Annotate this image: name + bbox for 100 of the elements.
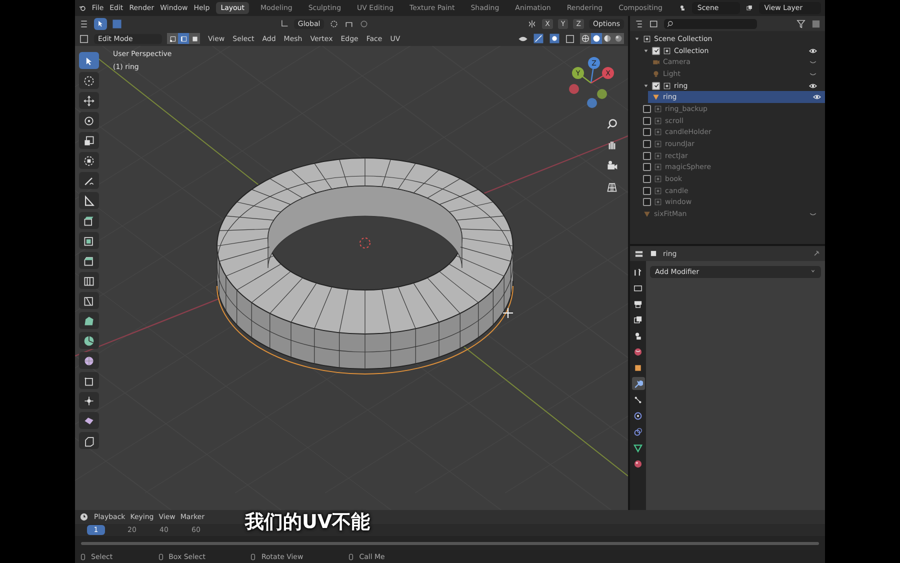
filter-view-icon	[649, 18, 659, 28]
exclude-checkbox[interactable]	[652, 46, 660, 55]
timeline-scrollbar[interactable]	[81, 542, 819, 544]
tool-button[interactable]	[79, 412, 99, 429]
mouse-pointer-icon	[502, 308, 514, 318]
cursor-icon	[83, 74, 95, 86]
exclude-checkbox[interactable]	[643, 128, 651, 136]
exclude-checkbox[interactable]	[643, 140, 651, 148]
properties-tab[interactable]	[632, 425, 644, 438]
tool-button[interactable]	[79, 172, 99, 189]
knife-cube-icon	[83, 294, 95, 306]
camera-icon	[652, 58, 660, 66]
edge-slide-icon	[83, 374, 95, 386]
rendered-shading-button[interactable]	[613, 33, 624, 44]
view-layer-icon	[746, 3, 754, 13]
face-select-icon	[190, 34, 198, 42]
scene-collection-icon	[643, 34, 651, 43]
material-shading-button[interactable]	[602, 33, 613, 44]
tool-button[interactable]	[79, 432, 99, 449]
tool-button[interactable]	[79, 272, 99, 289]
triangle-mesh-icon	[633, 442, 643, 452]
scene-icon	[679, 3, 686, 13]
globe-icon	[633, 346, 643, 356]
rendered-sphere-icon	[614, 34, 623, 43]
hand-icon	[606, 139, 618, 151]
exclude-checkbox[interactable]	[652, 82, 660, 90]
tool-button[interactable]	[79, 112, 99, 129]
proportional-edit-icon	[359, 18, 370, 28]
spin-icon	[83, 334, 95, 346]
rip-region-icon	[83, 434, 95, 446]
properties-tab[interactable]	[632, 377, 644, 390]
tool-button[interactable]	[79, 92, 99, 109]
wireframe-shading-button[interactable]	[580, 33, 591, 44]
tool-button[interactable]	[79, 192, 99, 209]
poly-build-icon	[83, 314, 95, 326]
tool-button[interactable]	[79, 332, 99, 349]
exclude-checkbox[interactable]	[643, 163, 651, 172]
tool-button[interactable]	[79, 232, 99, 249]
tool-icon	[633, 266, 643, 276]
solid-shading-button[interactable]	[591, 33, 602, 44]
extrude-icon	[83, 214, 95, 226]
shrink-fatten-icon	[83, 394, 95, 406]
search-field[interactable]	[664, 18, 757, 28]
scene-objects-icon	[633, 330, 643, 340]
object-icon	[649, 249, 658, 258]
collection-icon	[654, 198, 662, 206]
collection-icon	[663, 46, 671, 55]
tool-button[interactable]	[79, 392, 99, 409]
collection-icon	[654, 116, 662, 125]
collection-icon	[654, 152, 662, 160]
tool-button[interactable]	[79, 52, 99, 69]
subtitle: 我们的UV不能	[245, 510, 370, 535]
expand-arrow-icon	[643, 82, 649, 89]
collection-icon	[654, 163, 662, 172]
wireframe-sphere-icon	[581, 34, 590, 43]
check-icon	[654, 83, 658, 88]
select-box-button[interactable]	[94, 18, 107, 30]
material-sphere-icon	[633, 458, 643, 468]
exclude-checkbox[interactable]	[643, 116, 651, 125]
edge-select-icon	[180, 34, 188, 42]
tool-button[interactable]	[79, 372, 99, 389]
search-icon	[667, 20, 675, 28]
collection-icon	[654, 186, 662, 195]
editor-type-icon	[79, 18, 89, 28]
printer-icon	[633, 298, 643, 308]
editor-type-icon	[634, 248, 644, 258]
exclude-checkbox[interactable]	[643, 175, 651, 184]
exclude-checkbox[interactable]	[643, 152, 651, 160]
tool-button[interactable]	[79, 212, 99, 229]
orientation-icon	[280, 19, 289, 28]
tool-button[interactable]	[79, 132, 99, 149]
shear-icon	[83, 414, 95, 426]
orbit-icon	[633, 410, 643, 420]
tool-button[interactable]	[79, 72, 99, 89]
select-cursor-icon	[96, 19, 105, 28]
tool-button[interactable]	[79, 312, 99, 329]
smooth-sphere-icon	[83, 354, 95, 366]
tool-button[interactable]	[79, 252, 99, 269]
vertex-select-icon	[168, 34, 176, 42]
vertex-select-button[interactable]	[167, 33, 178, 44]
edge-select-button[interactable]	[178, 33, 189, 44]
exclude-checkbox[interactable]	[643, 198, 651, 206]
scale-icon	[83, 134, 95, 146]
light-icon	[652, 70, 660, 78]
face-select-button[interactable]	[189, 33, 200, 44]
mouse-icon	[79, 552, 87, 560]
rotate-icon	[83, 114, 95, 126]
new-collection-icon	[811, 18, 821, 28]
tool-button[interactable]	[79, 292, 99, 309]
tool-button[interactable]	[79, 152, 99, 169]
collection-icon	[654, 128, 662, 136]
constraint-icon	[633, 426, 643, 436]
tool-button[interactable]	[79, 352, 99, 369]
overlay-toggle-icon	[549, 33, 560, 44]
exclude-checkbox[interactable]	[643, 104, 651, 113]
collection-icon	[654, 175, 662, 184]
collection-icon	[654, 104, 662, 113]
exclude-checkbox[interactable]	[643, 186, 651, 195]
collection-icon	[654, 140, 662, 148]
transform-icon	[83, 154, 95, 166]
